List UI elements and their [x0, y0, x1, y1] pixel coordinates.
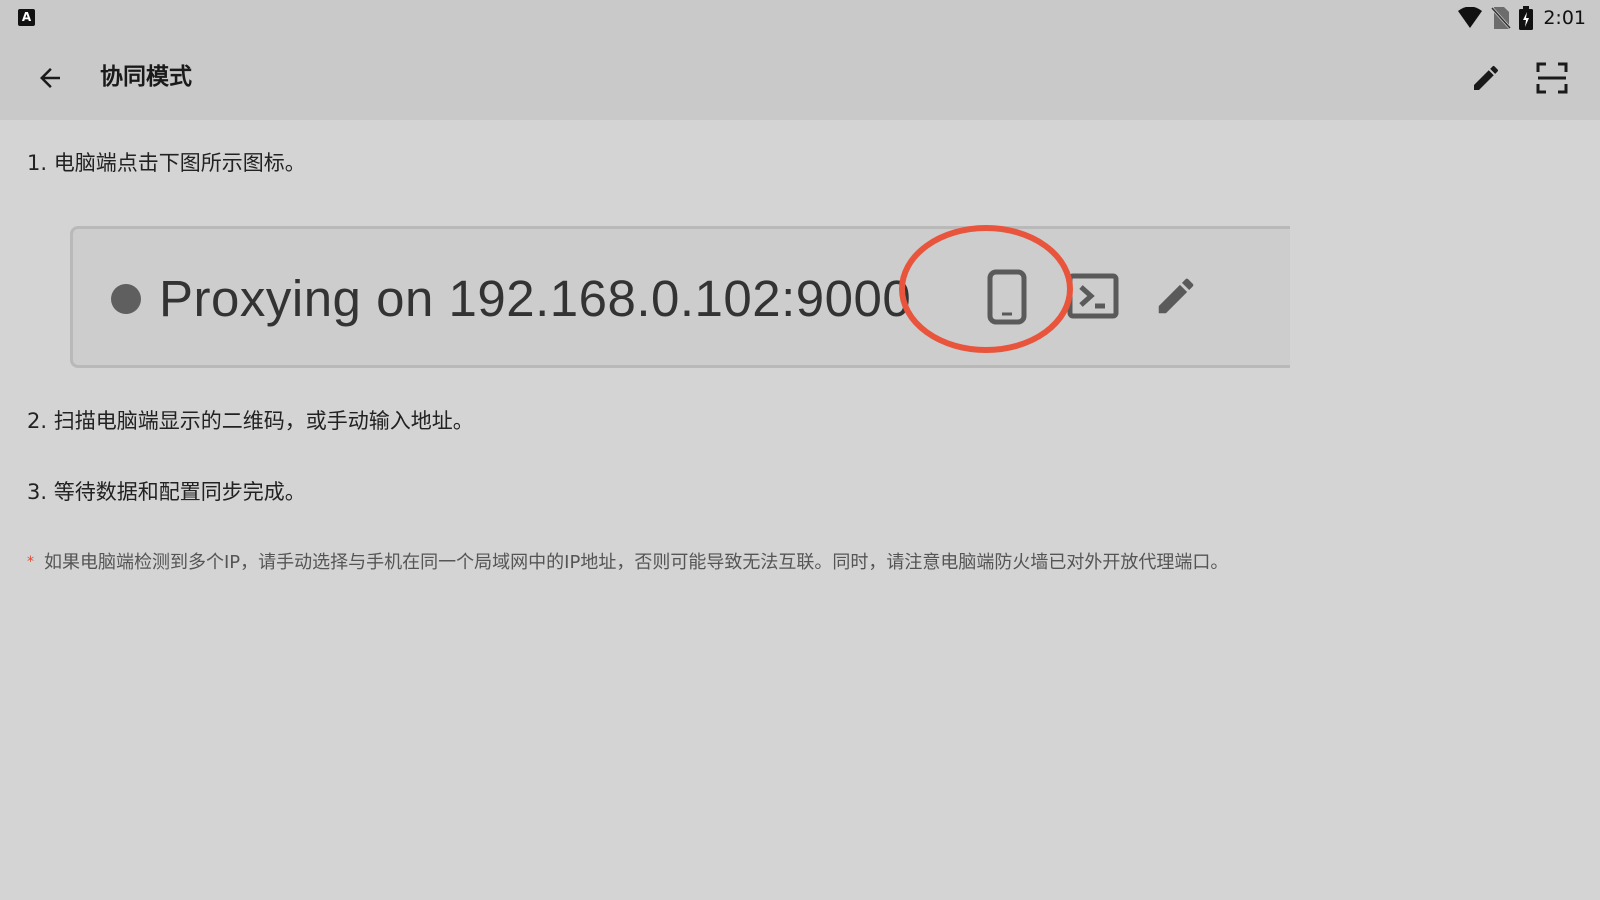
note-text: 如果电脑端检测到多个IP，请手动选择与手机在同一个局域网中的IP地址，否则可能导…	[44, 552, 1229, 573]
status-icons: 2:01	[1457, 4, 1586, 32]
no-sim-icon	[1491, 6, 1512, 30]
step-3-text: 3. 等待数据和配置同步完成。	[27, 480, 306, 504]
mobile-phone-icon	[987, 269, 1027, 325]
step-2-text: 2. 扫描电脑端显示的二维码，或手动输入地址。	[27, 409, 474, 433]
battery-charging-icon	[1519, 6, 1534, 30]
app-bar: 协同模式	[0, 36, 1600, 120]
back-button[interactable]	[28, 56, 72, 100]
note: * 如果电脑端检测到多个IP，请手动选择与手机在同一个局域网中的IP地址，否则可能…	[27, 548, 1228, 577]
proxy-status-text: Proxying on 192.168.0.102:9000	[159, 270, 912, 327]
step-1-text: 1. 电脑端点击下图所示图标。	[27, 151, 306, 175]
pencil-icon	[1474, 65, 1499, 90]
scan-qr-button[interactable]	[1530, 56, 1574, 100]
instruction-illustration: Proxying on 192.168.0.102:9000	[70, 225, 1290, 370]
edit-button[interactable]	[1464, 56, 1508, 100]
status-bar: A 2:01	[0, 0, 1600, 36]
clock: 2:01	[1543, 7, 1586, 29]
note-marker: *	[27, 554, 34, 570]
page-title: 协同模式	[100, 64, 192, 90]
scan-frame-icon	[1536, 62, 1568, 94]
terminal-icon	[1067, 273, 1119, 319]
status-dot	[111, 284, 141, 314]
app-notification-icon: A	[18, 9, 35, 26]
wifi-icon	[1458, 7, 1483, 28]
proxy-status-bar: Proxying on 192.168.0.102:9000	[70, 226, 1290, 368]
arrow-left-icon	[40, 68, 60, 88]
pencil-icon	[1158, 278, 1194, 314]
app-screen: A 2:01 协同模式 1. 电脑端点击下图所示图标。 Proxying on …	[0, 0, 1600, 900]
